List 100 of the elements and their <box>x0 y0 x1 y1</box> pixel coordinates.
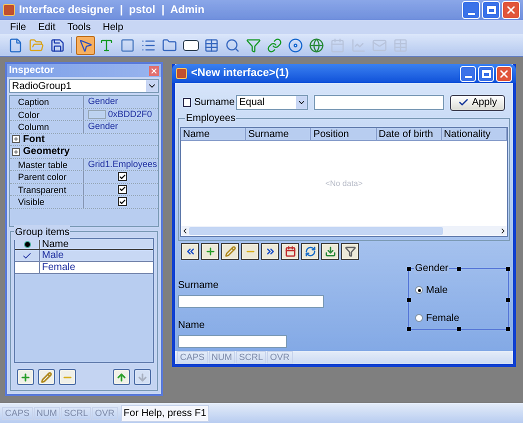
checkbox[interactable] <box>118 184 127 194</box>
column-header[interactable]: Date of birth <box>376 128 442 140</box>
refresh-icon <box>304 246 316 257</box>
panel-icon <box>120 38 135 52</box>
column-header[interactable]: Position <box>311 128 377 140</box>
navigator-button[interactable] <box>261 242 279 260</box>
ok-icon <box>182 40 198 50</box>
scroll-left-icon <box>181 227 189 236</box>
status-indicator: OVR <box>267 350 293 364</box>
radio-button[interactable] <box>415 314 423 322</box>
window-icon <box>176 68 187 80</box>
horizontal-scrollbar[interactable] <box>181 226 507 236</box>
apply-button[interactable]: Apply <box>450 94 505 111</box>
toolbar-button[interactable] <box>76 36 95 54</box>
property-name: Parent color <box>10 171 84 182</box>
selection-handle[interactable] <box>407 326 411 331</box>
close-button[interactable] <box>496 66 512 82</box>
navigator-button[interactable] <box>181 242 199 260</box>
property-name: Column <box>10 121 84 132</box>
filter-value-field[interactable] <box>314 95 444 110</box>
operator-dropdown[interactable]: Equal <box>236 95 308 110</box>
radio-button[interactable] <box>415 286 423 294</box>
item-button[interactable] <box>113 369 130 385</box>
tabs-icon <box>162 38 177 52</box>
expand-toggle[interactable] <box>12 148 20 156</box>
navigator-button[interactable] <box>221 242 239 260</box>
list-icon <box>141 38 156 52</box>
status-indicator: NUM <box>34 406 60 420</box>
double-right-icon <box>264 246 276 257</box>
selection-handle[interactable] <box>407 298 411 302</box>
item-button[interactable] <box>59 369 76 385</box>
navigator-button[interactable] <box>321 242 339 260</box>
navigator-button[interactable] <box>241 242 259 260</box>
arrow-down-icon <box>137 372 148 382</box>
checkbox[interactable] <box>118 197 127 206</box>
selection-handle[interactable] <box>506 266 510 271</box>
group-title: Employees <box>185 113 236 124</box>
expand-toggle[interactable] <box>12 135 20 144</box>
window-title: Interface designer | pstol | Admin <box>19 2 206 18</box>
empty-message: <No data> <box>325 178 363 190</box>
folder-icon <box>29 38 44 52</box>
filter-checkbox[interactable] <box>183 98 192 108</box>
checkbox[interactable] <box>118 172 127 182</box>
navigator-button[interactable] <box>281 242 299 260</box>
minimize-button[interactable] <box>460 66 476 82</box>
property-name: Visible <box>10 196 84 208</box>
navigator-button[interactable] <box>301 242 319 260</box>
window-title: <New interface>(1) <box>191 66 290 82</box>
menu-item[interactable]: Help <box>102 20 124 34</box>
surname-field[interactable] <box>178 294 324 308</box>
field-label: Surname <box>178 278 220 293</box>
arrow-up-icon <box>116 372 127 382</box>
item-button[interactable] <box>38 369 55 385</box>
link-icon <box>267 38 282 52</box>
check-icon <box>458 97 469 108</box>
name-field[interactable] <box>178 334 287 348</box>
mail-icon <box>372 38 387 52</box>
group-title: Gender <box>414 262 450 274</box>
chart-icon <box>351 38 366 52</box>
selection-handle[interactable] <box>457 326 461 331</box>
selection-handle[interactable] <box>506 326 510 331</box>
column-header[interactable]: Surname <box>246 128 312 140</box>
selection-handle[interactable] <box>457 266 461 271</box>
close-button[interactable] <box>502 1 520 19</box>
column-header[interactable]: Nationality <box>442 128 508 140</box>
selection-handle[interactable] <box>506 298 510 302</box>
radio-label: Male <box>426 284 448 298</box>
item-button[interactable] <box>17 369 34 385</box>
navigator-button[interactable] <box>201 242 219 260</box>
property-value: Grid1.Employees <box>88 158 158 171</box>
close-button[interactable] <box>149 66 159 76</box>
app-icon <box>3 4 15 16</box>
download-icon <box>324 246 336 257</box>
calendar-icon <box>330 38 345 52</box>
object-dropdown[interactable]: RadioGroup1 <box>9 79 159 93</box>
pencil-icon <box>224 246 236 257</box>
property-name: Color <box>10 108 84 120</box>
list-row[interactable]: Female <box>15 262 153 274</box>
maximize-button[interactable] <box>478 66 494 82</box>
selection-handle[interactable] <box>407 266 411 271</box>
calendar-icon <box>284 246 296 257</box>
status-indicator: CAPS <box>177 350 208 364</box>
menu-item[interactable]: Edit <box>38 20 56 34</box>
minimize-button[interactable] <box>462 1 480 19</box>
letter-icon <box>99 38 114 52</box>
filter-icon <box>246 38 261 52</box>
navigator-button[interactable] <box>341 242 359 260</box>
filter-icon <box>344 246 356 257</box>
status-indicator: CAPS <box>2 406 33 420</box>
column-header[interactable]: Name <box>181 128 246 140</box>
property-value: 0xBDD2F0 <box>108 108 152 120</box>
close-icon <box>150 66 158 74</box>
grid-icon <box>393 38 408 52</box>
maximize-button[interactable] <box>482 1 500 19</box>
property-name: Transparent <box>10 184 84 195</box>
menu-item[interactable]: Tools <box>67 20 91 34</box>
menu-item[interactable]: File <box>10 20 26 34</box>
status-indicator: OVR <box>92 406 118 420</box>
property-group: Geometry <box>23 144 70 160</box>
list-row[interactable]: Male <box>15 250 153 262</box>
